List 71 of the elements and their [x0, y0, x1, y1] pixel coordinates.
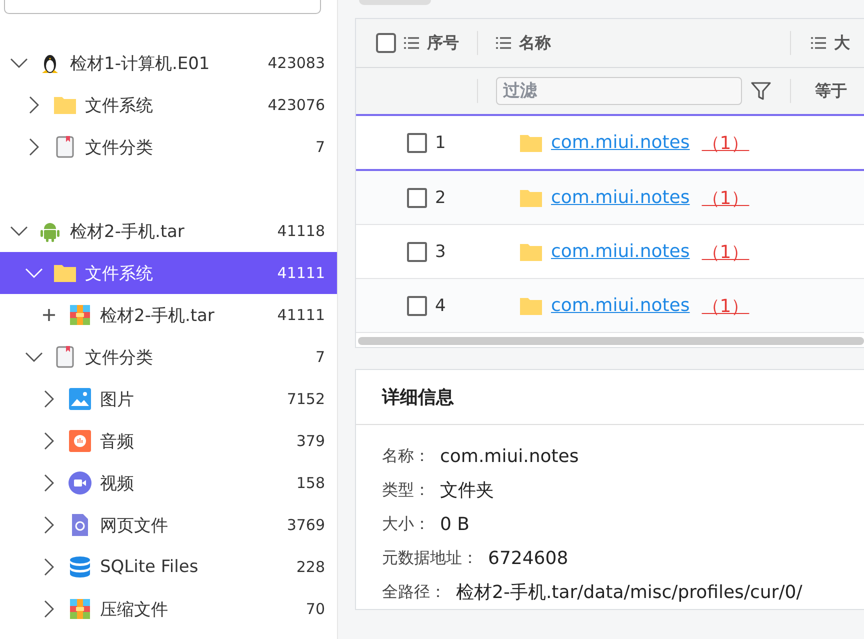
- tree-item[interactable]: 压缩文件 70: [0, 588, 337, 630]
- field-value: com.miui.notes: [440, 446, 579, 466]
- row-number: 3: [435, 242, 446, 262]
- chevron-right-icon[interactable]: [44, 516, 54, 534]
- plus-icon[interactable]: [43, 309, 55, 321]
- filter-field[interactable]: 过滤: [496, 77, 742, 105]
- tree-item[interactable]: 文件分类 7: [0, 126, 337, 168]
- count-link[interactable]: （1）: [702, 186, 750, 210]
- chevron-right-icon[interactable]: [29, 96, 39, 114]
- tree-item[interactable]: 音频 379: [0, 420, 337, 462]
- count-link[interactable]: （1）: [702, 294, 750, 318]
- count-link[interactable]: （1）: [702, 130, 750, 154]
- details-title: 详细信息: [382, 386, 454, 409]
- list-icon[interactable]: [496, 37, 511, 49]
- database-icon: [68, 555, 92, 579]
- tree-item[interactable]: 视频 158: [0, 462, 337, 504]
- chevron-down-icon[interactable]: [10, 225, 28, 237]
- count-link[interactable]: （1）: [702, 240, 750, 264]
- chevron-right-icon[interactable]: [29, 138, 39, 156]
- field-label: 类型：: [382, 480, 430, 500]
- chevron-right-icon[interactable]: [44, 558, 54, 576]
- column-header: 序号: [427, 32, 459, 54]
- row-checkbox[interactable]: [407, 242, 427, 262]
- file-name-link[interactable]: com.miui.notes: [551, 295, 690, 316]
- audio-icon: [68, 429, 92, 453]
- row-checkbox[interactable]: [407, 296, 427, 316]
- image-icon: [68, 387, 92, 411]
- tree-item[interactable]: 检材2-手机.tar 41118: [0, 210, 337, 252]
- row-number: 4: [435, 296, 446, 316]
- field-label: 大小：: [382, 514, 430, 534]
- row-number: 1: [435, 132, 446, 152]
- tree-item[interactable]: 文件系统 41111: [0, 252, 337, 294]
- field-label: 元数据地址：: [382, 548, 478, 568]
- tree-item[interactable]: 检材1-计算机.E01 423083: [0, 42, 337, 84]
- chevron-right-icon[interactable]: [44, 474, 54, 492]
- select-all-checkbox[interactable]: [376, 33, 396, 53]
- tree-item[interactable]: 检材2-手机.tar 41111: [0, 294, 337, 336]
- filter-operator[interactable]: 等于: [815, 80, 847, 102]
- archive-icon: [68, 597, 92, 621]
- archive-icon: [68, 303, 92, 327]
- row-number: 2: [435, 188, 446, 208]
- tree-item[interactable]: SQLite Files 228: [0, 546, 337, 588]
- tree-item[interactable]: 图片 7152: [0, 378, 337, 420]
- chevron-right-icon[interactable]: [44, 390, 54, 408]
- tree-item[interactable]: 网页文件 3769: [0, 504, 337, 546]
- file-name-link[interactable]: com.miui.notes: [551, 187, 690, 208]
- field-value: 检材2-手机.tar/data/misc/profiles/cur/0/: [456, 581, 802, 604]
- column-header: 名称: [519, 32, 551, 54]
- field-label: 名称：: [382, 446, 430, 466]
- file-name-link[interactable]: com.miui.notes: [551, 241, 690, 262]
- chevron-down-icon[interactable]: [10, 57, 28, 69]
- tree-item[interactable]: 文件分类 7: [0, 336, 337, 378]
- column-header: 大: [834, 32, 850, 54]
- list-icon[interactable]: [811, 37, 826, 49]
- horizontal-scrollbar[interactable]: [358, 337, 864, 345]
- file-name-link[interactable]: com.miui.notes: [551, 132, 690, 153]
- table-row[interactable]: 2 com.miui.notes （1）: [356, 171, 864, 225]
- field-label: 全路径：: [382, 582, 446, 602]
- chevron-right-icon[interactable]: [44, 432, 54, 450]
- video-camera-icon: [68, 471, 92, 495]
- field-value: 6724608: [488, 548, 568, 568]
- chevron-down-icon[interactable]: [25, 351, 43, 363]
- tree-item[interactable]: 文件系统 423076: [0, 84, 337, 126]
- filter-icon[interactable]: [750, 80, 772, 102]
- row-checkbox[interactable]: [407, 132, 427, 152]
- table-row[interactable]: 4 com.miui.notes （1）: [356, 279, 864, 333]
- chevron-right-icon[interactable]: [44, 600, 54, 618]
- list-icon[interactable]: [404, 37, 419, 49]
- field-value: 0 B: [440, 514, 470, 534]
- field-value: 文件夹: [440, 479, 494, 502]
- row-checkbox[interactable]: [407, 188, 427, 208]
